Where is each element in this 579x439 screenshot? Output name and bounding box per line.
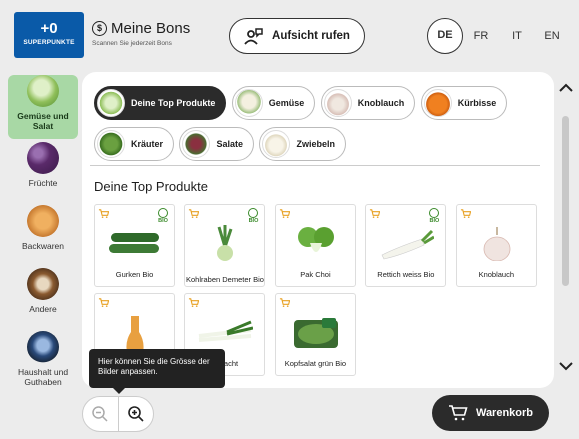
product-card[interactable]: Pak Choi: [274, 204, 356, 287]
bons-title: Meine Bons: [111, 20, 191, 37]
herbs-icon: [97, 130, 125, 158]
croissant-icon: [27, 205, 59, 237]
product-card[interactable]: Knoblauch: [455, 204, 537, 287]
product-card[interactable]: Kopfsalat grün Bio: [274, 293, 356, 376]
bons-subtitle: Scannen Sie jederzeit Bons: [92, 40, 172, 47]
sidebar-item-andere[interactable]: Andere: [8, 268, 78, 328]
product-panel: Deine Top Produkte Gemüse Knoblauch Kürb…: [82, 72, 554, 388]
garlic-image: [483, 227, 511, 261]
cart-add-icon: [279, 209, 290, 218]
filter-label: Zwiebeln: [296, 139, 335, 149]
scroll-down-icon[interactable]: [558, 358, 574, 374]
lang-de[interactable]: DE: [427, 18, 463, 54]
zoom-out-button[interactable]: [83, 397, 118, 431]
filter-kuerbisse[interactable]: Kürbisse: [420, 86, 508, 120]
sidebar-item-label: Gemüse und Salat: [17, 111, 69, 131]
product-name: Rettich weiss Bio: [377, 270, 435, 279]
product-name: Kohlraben Demeter Bio: [185, 275, 264, 284]
cart-add-icon: [98, 209, 109, 218]
sidebar-item-label: Früchte: [28, 178, 58, 188]
sidebar-item-label: Haushalt und Guthaben: [17, 367, 69, 387]
nuts-icon: [27, 268, 59, 300]
sidebar-item-gemuese-salat[interactable]: Gemüse und Salat: [8, 75, 78, 139]
filter-label: Knoblauch: [357, 98, 405, 108]
pumpkin-icon: [423, 89, 452, 117]
call-person-icon: [244, 28, 263, 45]
cart-add-icon: [189, 209, 200, 218]
cauliflower-icon: [234, 89, 263, 117]
divider: [90, 165, 540, 166]
product-name: Kopfsalat grün Bio: [284, 359, 347, 368]
superpunkte-value: +0: [40, 20, 58, 37]
meine-bons-button[interactable]: $ Meine Bons Scannen Sie jederzeit Bons: [92, 20, 190, 47]
cart-add-icon: [98, 298, 109, 307]
filter-kraeuter[interactable]: Kräuter: [94, 127, 175, 161]
cart-add-icon: [370, 209, 381, 218]
bio-badge: BIO: [427, 208, 441, 224]
kohlrabi-image: [217, 225, 234, 261]
product-card[interactable]: BIO Kohlraben Demeter Bio: [184, 204, 266, 287]
leek-image: [199, 320, 254, 342]
lang-en[interactable]: EN: [544, 30, 559, 42]
filter-label: Gemüse: [268, 98, 305, 108]
grapes-icon: [27, 142, 59, 174]
product-name: Gurken Bio: [115, 270, 154, 279]
cart-button[interactable]: Warenkorb: [432, 395, 549, 431]
onion-icon: [262, 130, 291, 158]
section-title: Deine Top Produkte: [94, 179, 208, 194]
garlic-icon: [323, 89, 352, 117]
filter-top-produkte[interactable]: Deine Top Produkte: [94, 86, 227, 120]
category-sidebar: Gemüse und Salat Früchte Backwaren Ander…: [8, 72, 80, 394]
bio-badge: BIO: [246, 208, 260, 224]
filter-knoblauch[interactable]: Knoblauch: [320, 86, 416, 120]
zoom-out-icon: [92, 406, 108, 422]
filter-zwiebeln[interactable]: Zwiebeln: [259, 127, 346, 161]
lang-it[interactable]: IT: [512, 30, 522, 42]
cart-label: Warenkorb: [475, 407, 534, 419]
cart-add-icon: [279, 298, 290, 307]
radish-image: [381, 229, 435, 260]
sidebar-item-fruechte[interactable]: Früchte: [8, 142, 78, 202]
product-name: Pak Choi: [300, 270, 331, 279]
filter-salate[interactable]: Salate: [179, 127, 254, 161]
zoom-in-icon: [127, 406, 144, 422]
filter-label: Deine Top Produkte: [131, 98, 216, 108]
cabbage-icon: [27, 75, 59, 107]
superpunkte-button[interactable]: +0 SUPERPUNKTE: [14, 12, 84, 58]
sidebar-item-label: Andere: [29, 304, 57, 314]
filter-label: Kürbisse: [457, 98, 497, 108]
coin-icon: $: [92, 21, 107, 36]
sidebar-item-backwaren[interactable]: Backwaren: [8, 205, 78, 265]
zoom-in-button[interactable]: [119, 397, 154, 431]
zoom-control: [82, 396, 154, 432]
cart-icon: [448, 405, 468, 421]
lettuce-image: [293, 318, 338, 348]
call-supervisor-label: Aufsicht rufen: [272, 30, 350, 42]
filter-label: Kräuter: [131, 139, 164, 149]
call-supervisor-button[interactable]: Aufsicht rufen: [229, 18, 365, 54]
scroll-up-icon[interactable]: [558, 80, 574, 96]
superpunkte-label: SUPERPUNKTE: [23, 39, 75, 46]
product-card[interactable]: BIO Rettich weiss Bio: [365, 204, 447, 287]
lang-fr[interactable]: FR: [474, 30, 489, 42]
sidebar-item-haushalt[interactable]: Haushalt und Guthaben: [8, 331, 78, 391]
filter-gemuese[interactable]: Gemüse: [231, 86, 316, 120]
bags-icon: [27, 331, 59, 363]
filter-label: Salate: [216, 139, 243, 149]
cart-add-icon: [189, 298, 200, 307]
product-name: Knoblauch: [478, 270, 515, 279]
zoom-tooltip: Hier können Sie die Grösse der Bilder an…: [89, 349, 225, 394]
scrollbar-thumb[interactable]: [562, 116, 569, 286]
salad-icon: [182, 130, 211, 158]
sidebar-item-label: Backwaren: [21, 241, 65, 251]
cart-add-icon: [460, 209, 471, 218]
cucumber-image: [109, 233, 159, 253]
cabbage-icon: [97, 89, 125, 117]
pak-choi-image: [297, 227, 334, 252]
filter-chips: Deine Top Produkte Gemüse Knoblauch Kürb…: [94, 86, 544, 168]
product-card[interactable]: BIO Gurken Bio: [94, 204, 175, 287]
bio-badge: BIO: [156, 208, 170, 224]
